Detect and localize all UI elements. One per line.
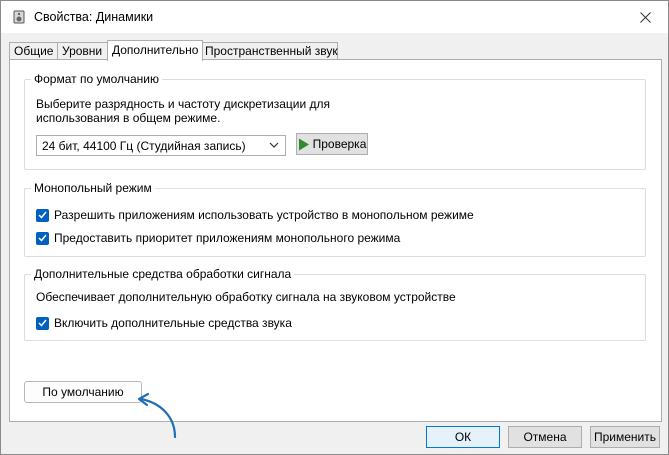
tab-general[interactable]: Общие: [9, 42, 58, 60]
priority-exclusive-row[interactable]: Предоставить приоритет приложениям моноп…: [36, 231, 400, 245]
checkmark-icon: [38, 234, 47, 242]
restore-defaults-label: По умолчанию: [42, 385, 124, 399]
group-title-enhancements: Дополнительные средства обработки сигнал…: [31, 267, 295, 281]
sound-properties-window: Свойства: Динамики Общие Уровни Дополнит…: [0, 0, 669, 455]
close-icon: [639, 11, 651, 23]
play-icon: [298, 138, 309, 150]
default-format-group: Формат по умолчанию Выберите разрядность…: [24, 72, 646, 170]
test-button[interactable]: Проверка: [296, 133, 368, 155]
ok-button-label: ОК: [454, 430, 472, 444]
checkmark-icon: [38, 319, 47, 327]
allow-exclusive-label: Разрешить приложениям использовать устро…: [54, 208, 474, 222]
enable-enhancements-row[interactable]: Включить дополнительные средства звука: [36, 316, 292, 330]
apply-button-label: Применить: [593, 430, 656, 444]
priority-exclusive-checkbox[interactable]: [36, 231, 49, 245]
format-description-line2: использования в общем режиме.: [36, 111, 221, 125]
exclusive-mode-group: Монопольный режим Разрешить приложениям …: [24, 181, 646, 257]
allow-exclusive-checkbox[interactable]: [36, 208, 49, 222]
enable-enhancements-label: Включить дополнительные средства звука: [54, 316, 292, 330]
tab-advanced[interactable]: Дополнительно: [107, 40, 203, 61]
allow-exclusive-row[interactable]: Разрешить приложениям использовать устро…: [36, 208, 474, 222]
close-button[interactable]: [630, 5, 660, 29]
apply-button[interactable]: Применить: [590, 426, 660, 448]
tab-spatial-sound[interactable]: Пространственный звук: [200, 42, 338, 60]
tab-levels[interactable]: Уровни: [57, 42, 111, 60]
priority-exclusive-label: Предоставить приоритет приложениям моноп…: [54, 231, 401, 245]
enhancements-description: Обеспечивает дополнительную обработку си…: [36, 290, 456, 304]
cancel-button[interactable]: Отмена: [508, 426, 582, 448]
window-title: Свойства: Динамики: [34, 10, 154, 24]
format-description-line1: Выберите разрядность и частоту дискретиз…: [36, 97, 331, 111]
annotation-arrow-icon: [137, 392, 177, 439]
signal-enhancements-group: Дополнительные средства обработки сигнал…: [24, 267, 646, 341]
title-bar: Свойства: Динамики: [1, 1, 668, 33]
test-button-label: Проверка: [312, 137, 367, 151]
group-title-exclusive-mode: Монопольный режим: [31, 181, 155, 195]
ok-button[interactable]: ОК: [426, 426, 500, 448]
format-select[interactable]: 24 бит, 44100 Гц (Студийная запись): [36, 135, 286, 156]
format-select-value: 24 бит, 44100 Гц (Студийная запись): [42, 139, 246, 153]
speaker-icon: [13, 10, 25, 24]
cancel-button-label: Отмена: [523, 430, 567, 444]
restore-defaults-button[interactable]: По умолчанию: [24, 381, 142, 403]
advanced-tab-panel: Формат по умолчанию Выберите разрядность…: [9, 59, 662, 422]
enable-enhancements-checkbox[interactable]: [36, 316, 49, 330]
checkmark-icon: [38, 211, 47, 219]
chevron-down-icon: [269, 142, 279, 148]
group-title-default-format: Формат по умолчанию: [31, 72, 162, 86]
